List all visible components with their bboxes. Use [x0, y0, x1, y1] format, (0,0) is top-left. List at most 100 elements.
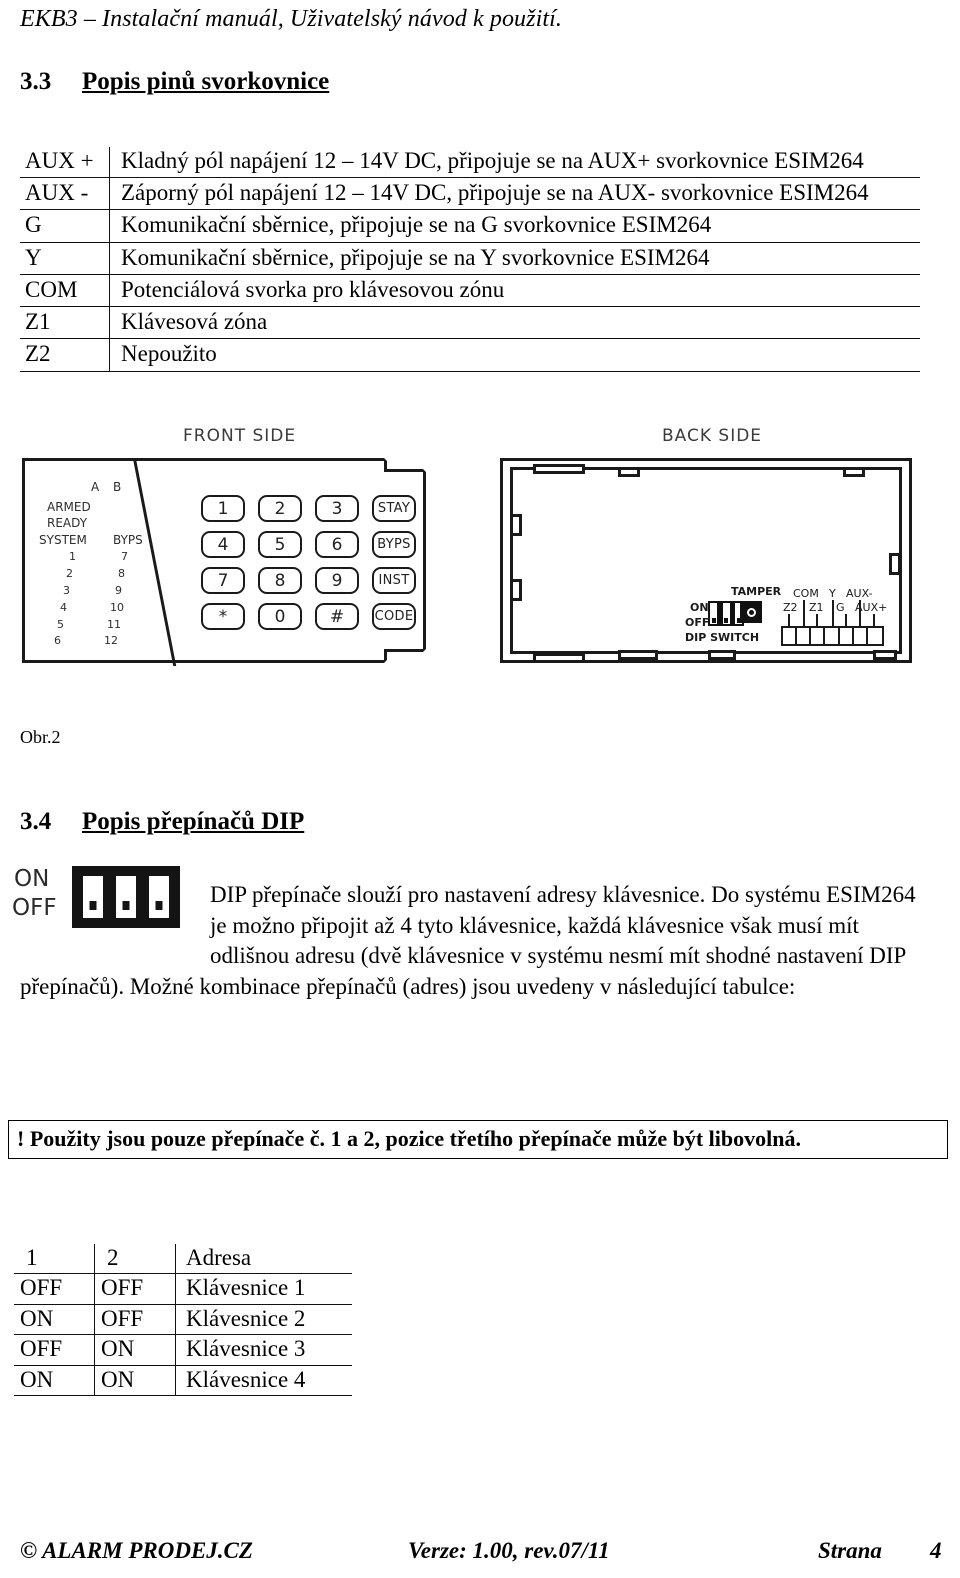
pin-description: Klávesová zóna	[109, 306, 920, 340]
dip-off-label: OFF	[685, 616, 710, 629]
cell-switch-2: ON	[94, 1334, 176, 1366]
paragraph-image-spacer	[20, 880, 210, 942]
section-number: 3.4	[20, 808, 52, 835]
table-row: Z1 Klávesová zóna	[20, 306, 920, 340]
mounting-tab-left-1	[510, 514, 522, 536]
led-zone-11: 11	[107, 618, 121, 631]
pin-description: Záporný pól napájení 12 – 14V DC, připoj…	[109, 177, 920, 211]
key-5[interactable]: 5	[258, 531, 302, 558]
led-zone-5: 5	[57, 618, 64, 631]
led-zone-2: 2	[66, 567, 73, 580]
terminal-slot-z2	[783, 628, 798, 644]
led-zone-9: 9	[115, 584, 122, 597]
terminal-slot-y	[825, 628, 840, 644]
back-side-caption: BACK SIDE	[662, 426, 763, 446]
cell-switch-2: OFF	[94, 1273, 176, 1305]
terminal-label-z2: Z2	[783, 601, 798, 614]
pin-description: Potenciálová svorka pro klávesovou zónu	[109, 274, 920, 308]
terminal-label-z1: Z1	[809, 601, 824, 614]
keypad-back-illustration: ON OFF DIP SWITCH TAMPER Z2 COM Z1 Y G A…	[500, 458, 912, 663]
section-title: Popis přepínačů DIP	[82, 808, 305, 835]
table-row: ON ON Klávesnice 4	[14, 1365, 352, 1397]
panel-notch-top-right	[384, 458, 426, 472]
tamper-label: TAMPER	[731, 585, 782, 598]
led-zone-10: 10	[110, 601, 124, 614]
section-heading-3-4: 3.4 Popis přepínačů DIP	[20, 808, 304, 836]
cell-switch-2: ON	[94, 1365, 176, 1397]
key-0[interactable]: 0	[258, 603, 302, 630]
key-code[interactable]: CODE	[372, 603, 416, 630]
pin-description: Kladný pól napájení 12 – 14V DC, připoju…	[109, 147, 920, 179]
led-label-system: SYSTEM	[39, 533, 87, 547]
key-hash[interactable]: #	[315, 603, 359, 630]
pin-name: AUX -	[20, 177, 110, 211]
led-column-header-b: B	[113, 480, 122, 494]
warning-note-text: ! Použity jsou pouze přepínače č. 1 a 2,…	[17, 1126, 801, 1151]
key-3[interactable]: 3	[315, 495, 359, 522]
terminal-tick-6	[859, 600, 861, 626]
led-zone-7: 7	[121, 550, 128, 563]
keypad-front-illustration: A B ARMED READY SYSTEM BYPS 1 2 3 4 5 6 …	[22, 458, 426, 666]
key-byps[interactable]: BYPS	[372, 531, 416, 558]
table-row: ON OFF Klávesnice 2	[14, 1304, 352, 1336]
cell-switch-1: ON	[14, 1304, 95, 1336]
figure-caption: Obr.2	[20, 727, 61, 747]
terminal-slot-auxp	[868, 628, 882, 644]
dip-switch-caption: DIP SWITCH	[685, 631, 760, 644]
column-header-switch-1: 1	[14, 1244, 95, 1275]
terminal-label-auxm: AUX-	[846, 587, 873, 600]
key-stay[interactable]: STAY	[372, 495, 416, 522]
key-9[interactable]: 9	[315, 567, 359, 594]
led-zone-12: 12	[104, 634, 118, 647]
footer-page-number: 4	[930, 1538, 942, 1563]
cell-switch-1: ON	[14, 1365, 95, 1397]
terminal-label-com: COM	[793, 587, 819, 600]
panel-divider-line	[133, 459, 177, 666]
led-label-armed: ARMED	[47, 500, 91, 514]
led-label-ready: READY	[47, 516, 88, 530]
cell-switch-1: OFF	[14, 1273, 95, 1305]
terminal-label-g: G	[836, 601, 845, 614]
mounting-tab-bottom-left	[533, 653, 585, 663]
key-7[interactable]: 7	[201, 567, 245, 594]
terminal-label-y: Y	[829, 587, 836, 600]
key-star[interactable]: *	[201, 603, 245, 630]
tamper-switch-icon	[740, 601, 762, 623]
table-row: COM Potenciálová svorka pro klávesovou z…	[20, 274, 920, 308]
table-header-row: 1 2 Adresa	[14, 1244, 352, 1275]
mounting-tab-top-left	[533, 464, 585, 474]
section-heading-3-3: 3.3 Popis pinů svorkovnice	[20, 68, 329, 96]
key-2[interactable]: 2	[258, 495, 302, 522]
cell-address: Klávesnice 3	[175, 1334, 352, 1366]
key-4[interactable]: 4	[201, 531, 245, 558]
panel-notch-bottom-right	[384, 649, 426, 663]
dip-description-paragraph: DIP přepínače slouží pro nastavení adres…	[20, 880, 920, 1002]
mounting-tab-bottom-mid	[618, 650, 658, 660]
key-8[interactable]: 8	[258, 567, 302, 594]
dip-switch-icon	[708, 601, 744, 626]
dip-switch-lever-2	[722, 603, 730, 624]
led-label-byps: BYPS	[113, 533, 143, 547]
key-6[interactable]: 6	[315, 531, 359, 558]
pin-description: Komunikační sběrnice, připojuje se na G …	[109, 209, 920, 243]
terminal-tick-7	[873, 614, 875, 626]
footer-page-label: Strana	[818, 1538, 882, 1563]
cell-address: Klávesnice 4	[175, 1365, 352, 1397]
pin-name: G	[20, 209, 110, 243]
pin-name: AUX +	[20, 147, 110, 179]
key-1[interactable]: 1	[201, 495, 245, 522]
pin-name: Z2	[20, 338, 110, 372]
pin-description: Komunikační sběrnice, připojuje se na Y …	[109, 242, 920, 275]
mounting-tab-left-2	[510, 579, 522, 601]
section-title: Popis pinů svorkovnice	[82, 68, 330, 95]
front-side-caption: FRONT SIDE	[183, 426, 297, 446]
terminal-tick-3	[816, 614, 818, 626]
mounting-tab-right-1	[889, 553, 901, 575]
led-zone-6: 6	[54, 634, 61, 647]
running-header: EKB3 – Instalační manuál, Uživatelský ná…	[20, 6, 562, 32]
key-inst[interactable]: INST	[372, 567, 416, 594]
cell-switch-2: OFF	[94, 1304, 176, 1336]
mounting-tab-top-right	[843, 467, 865, 477]
table-row: G Komunikační sběrnice, připojuje se na …	[20, 209, 920, 243]
dip-on-label: ON	[690, 601, 709, 614]
